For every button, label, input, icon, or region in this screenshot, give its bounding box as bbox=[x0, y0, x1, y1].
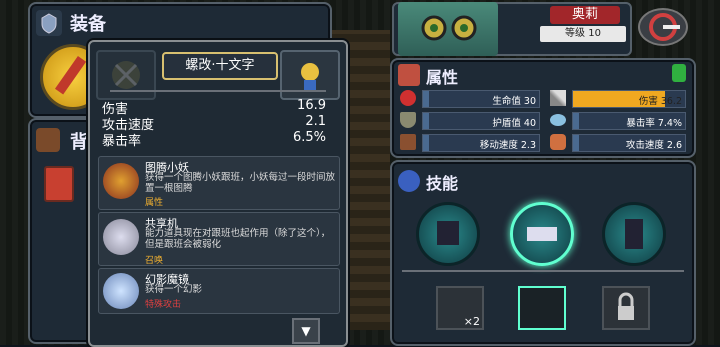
perk-desc: 能力道具现在对跟班也起作用（除了这个），但是跟班会被弱化 bbox=[145, 228, 331, 250]
crit-bar: 暴击率 7.4% bbox=[572, 112, 686, 130]
perk-sharer: 共享机 能力道具现在对跟班也起作用（除了这个），但是跟班会被弱化 召唤 bbox=[98, 212, 340, 266]
perk-kind: 召唤 bbox=[145, 256, 164, 266]
equipment-icon bbox=[36, 10, 62, 36]
perk-kind: 属性 bbox=[145, 198, 164, 208]
move-speed-bar-fill bbox=[423, 135, 429, 151]
attack-speed-bar-fill bbox=[573, 135, 579, 151]
crit-bar-fill bbox=[573, 113, 579, 129]
health-bar: 生命值 30 bbox=[422, 90, 540, 108]
locked-upgrade-button[interactable] bbox=[602, 286, 650, 330]
stat-crit-rate: 暴击率 6.5% bbox=[102, 130, 334, 149]
character-portrait bbox=[398, 2, 498, 56]
boot-icon bbox=[400, 134, 416, 150]
stat-crit-rate-label: 暴击率 bbox=[102, 134, 142, 149]
sharer-icon bbox=[103, 219, 139, 255]
drone-upgrade-button[interactable] bbox=[518, 286, 566, 330]
mirror-icon bbox=[103, 273, 139, 309]
shield-icon bbox=[400, 112, 416, 128]
sword-icon bbox=[550, 90, 566, 106]
skills-title: 技能 bbox=[426, 174, 459, 193]
potion-icon[interactable] bbox=[672, 64, 686, 82]
move-speed-label: 移动速度 2.3 bbox=[479, 140, 536, 151]
health-label: 生命值 30 bbox=[492, 96, 536, 107]
skill-chain-divider bbox=[402, 270, 684, 272]
health-bar-fill bbox=[423, 91, 429, 107]
totem-imp-icon bbox=[103, 163, 139, 199]
perk-phantom-mirror: 幻影魔镜 获得一个幻影 特殊攻击 bbox=[98, 268, 340, 314]
perk-totem-imp: 图腾小妖 获得一个图腾小妖跟班，小妖每过一段时间放置一根图腾 属性 bbox=[98, 156, 340, 210]
stat-crit-rate-value: 6.5% bbox=[292, 130, 326, 145]
item-detail-popup: 螺改·十文字 伤害 16.9 攻击速度 2.1 暴击率 6.5% 图腾小妖 获得… bbox=[88, 40, 348, 347]
skills-panel: 技能 ×2 bbox=[390, 160, 696, 346]
perk-kind: 特殊攻击 bbox=[145, 300, 182, 310]
attributes-icon bbox=[398, 64, 420, 86]
slot-crossed-axes[interactable] bbox=[96, 50, 156, 100]
shield-bar: 护盾值 40 bbox=[422, 112, 540, 130]
stat-damage-value: 16.9 bbox=[297, 98, 326, 113]
scroll-down-button[interactable]: ▼ bbox=[292, 318, 320, 344]
crit-eye-icon bbox=[550, 114, 566, 126]
skill-slot-helicopter[interactable] bbox=[510, 202, 574, 266]
skills-icon bbox=[398, 170, 420, 192]
fist-icon bbox=[550, 134, 566, 150]
perk-desc: 获得一个幻影 bbox=[145, 284, 203, 295]
skill-slot-mech[interactable] bbox=[602, 202, 666, 266]
stat-attack-speed-value: 2.1 bbox=[305, 114, 326, 129]
damage-label: 伤害 36.2 bbox=[638, 96, 682, 107]
backpack-title: 背 bbox=[70, 132, 88, 153]
slot-golden-figure[interactable] bbox=[280, 50, 340, 100]
damage-bar: 伤害 36.2 bbox=[572, 90, 686, 108]
exit-button[interactable] bbox=[638, 8, 688, 46]
popup-divider bbox=[110, 90, 326, 92]
shield-label: 护盾值 40 bbox=[492, 118, 536, 129]
move-speed-bar: 移动速度 2.3 bbox=[422, 134, 540, 152]
perk-desc: 获得一个图腾小妖跟班，小妖每过一段时间放置一根图腾 bbox=[145, 172, 336, 194]
skill-slot-robot[interactable] bbox=[416, 202, 480, 266]
backpack-item-slot[interactable] bbox=[44, 166, 74, 202]
attributes-title: 属性 bbox=[426, 68, 459, 87]
character-name: 奥莉 bbox=[550, 6, 620, 24]
item-name: 螺改·十文字 bbox=[162, 52, 278, 80]
shield-bar-fill bbox=[423, 113, 429, 129]
stat-damage: 伤害 16.9 bbox=[102, 98, 334, 117]
crit-label: 暴击率 7.4% bbox=[626, 118, 682, 129]
backpack-icon bbox=[36, 128, 60, 152]
bullets-multiplier: ×2 bbox=[463, 315, 480, 328]
character-level: 等级 10 bbox=[540, 26, 626, 42]
bullets-upgrade-button[interactable]: ×2 bbox=[436, 286, 484, 330]
attributes-panel: 属性 生命值 30 伤害 36.2 护盾值 40 暴击率 7.4% 移动速度 2… bbox=[390, 58, 696, 158]
stat-attack-speed: 攻击速度 2.1 bbox=[102, 114, 334, 133]
attack-speed-bar: 攻击速度 2.6 bbox=[572, 134, 686, 152]
health-icon bbox=[400, 90, 416, 106]
attack-speed-label: 攻击速度 2.6 bbox=[625, 140, 682, 151]
equipment-title: 装备 bbox=[70, 14, 106, 35]
